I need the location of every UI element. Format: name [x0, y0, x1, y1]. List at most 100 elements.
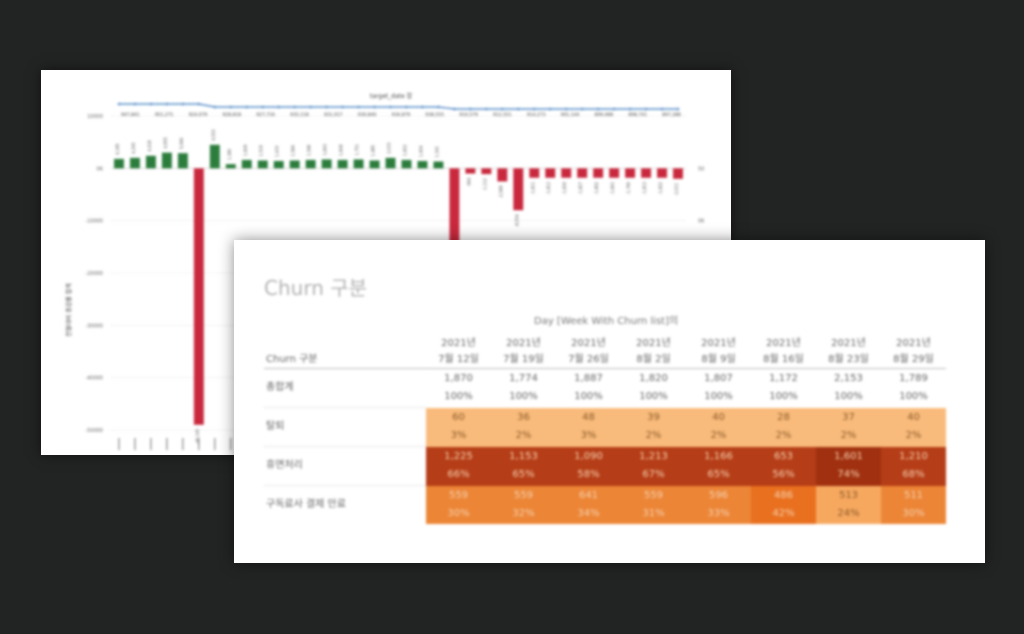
bar: [625, 168, 636, 178]
cell-count: 1,153: [509, 451, 538, 462]
bar-data-label: -1,841: [610, 181, 615, 194]
line-data-label: 924,079: [189, 112, 208, 118]
line-point: [293, 105, 296, 109]
cell-percent: 68%: [902, 469, 925, 480]
table-cell: 596 33%: [686, 485, 751, 524]
line-point: [628, 107, 632, 111]
cell-count: 559: [643, 489, 664, 501]
bar-data-label: 4,185: [115, 143, 120, 155]
line-data-label: 914,273: [527, 112, 546, 118]
table-cell: 40 2%: [881, 407, 946, 447]
cell-count: 1,166: [704, 451, 733, 462]
cell-count: 513: [838, 489, 859, 501]
x-tick-mark: [134, 438, 136, 450]
line-data-label: 897,288: [662, 112, 681, 118]
line-point: [532, 107, 536, 111]
bar-data-label: 1,602: [402, 144, 407, 156]
line-point: [357, 105, 360, 109]
column-header: 2021년 8월 29일: [881, 332, 946, 369]
table-row: 휴면처리 1,225 66% 1,153 65% 1,090 58% 1,213 67% 1,16…: [264, 446, 946, 486]
line-point: [197, 102, 201, 106]
y2-tick-label: 50: [698, 166, 704, 172]
table-cell: 1,153 65%: [491, 446, 556, 486]
column-header-line: 2021년: [831, 338, 866, 349]
cell-percent: 100%: [574, 391, 603, 403]
table-cell: 511 30%: [881, 485, 946, 524]
cell-percent: 100%: [769, 391, 798, 403]
line-point: [469, 107, 472, 111]
row-label: 탈퇴: [264, 407, 426, 447]
table-cell: 653 56%: [751, 446, 816, 486]
bar: [577, 168, 588, 178]
y-tick-label: 0K: [97, 166, 104, 172]
cell-count: 40: [907, 412, 920, 423]
line-point: [309, 105, 312, 109]
cell-percent: 100%: [509, 391, 538, 403]
line-point: [261, 105, 265, 109]
column-header-line: 2021년: [441, 338, 476, 349]
bar-data-label: 1,596: [307, 144, 312, 156]
column-header-line: 7월 12일: [438, 354, 479, 365]
table-cell: 1,774 100%: [491, 368, 556, 408]
cell-count: 1,213: [639, 451, 668, 462]
churn-table-panel: Churn 구분 Day [Week With Churn list]의 Chu…: [234, 240, 985, 563]
bar: [305, 159, 316, 169]
table-cell: 1,789 100%: [881, 368, 946, 408]
line-point: [325, 105, 328, 109]
line-point: [660, 107, 664, 111]
table-cell: 1,166 65%: [686, 446, 751, 486]
bar-data-label: 1,519: [259, 145, 264, 157]
bar-data-label: -1,790: [626, 181, 631, 194]
table-cell: 28 2%: [751, 407, 816, 447]
column-header-line: 2021년: [636, 338, 671, 349]
column-header-line: 8월 29일: [893, 354, 934, 365]
cell-percent: 2%: [840, 430, 857, 441]
bar-data-label: -1,813: [642, 181, 647, 194]
y-tick-label: -20000: [85, 271, 103, 277]
bar-data-label: -2,011: [674, 182, 679, 195]
line-data-label: 938,555: [425, 112, 444, 118]
bar: [257, 160, 268, 169]
cell-percent: 24%: [837, 507, 860, 519]
cell-count: 653: [773, 451, 794, 462]
line-point: [133, 102, 137, 106]
line-data-label: 931,017: [324, 112, 343, 118]
chart-title: target_date 합: [370, 92, 413, 100]
line-data-label: 935,118: [290, 112, 309, 118]
column-header: 2021년 8월 2일: [621, 332, 686, 369]
cell-percent: 100%: [899, 391, 928, 403]
cell-count: 641: [578, 489, 599, 501]
y-tick-label: -10000: [85, 219, 103, 225]
bar-data-label: -1,802: [594, 181, 599, 194]
cell-count: 28: [777, 412, 790, 423]
bar-data-label: 1,380: [227, 148, 232, 160]
bar-data-label: 2,015: [387, 142, 392, 154]
bar: [465, 168, 476, 174]
cell-count: 2,153: [834, 373, 863, 385]
line-point: [229, 105, 233, 109]
y-tick-label: -40000: [85, 376, 103, 382]
column-header: 2021년 7월 26일: [556, 332, 621, 369]
line-point: [117, 102, 121, 106]
bar: [177, 153, 188, 169]
line-point: [501, 107, 504, 111]
table-cell: 48 3%: [556, 407, 621, 447]
bar-data-label: -1,822: [658, 181, 663, 194]
table-cell: 2,153 100%: [816, 368, 881, 408]
cell-count: 596: [708, 489, 729, 501]
column-header-line: 7월 26일: [568, 354, 609, 365]
line-point: [485, 107, 488, 111]
column-header: 2021년 8월 23일: [816, 332, 881, 369]
bar-data-label: -1,112: [482, 178, 487, 191]
bar: [114, 158, 124, 169]
bar: [481, 168, 492, 175]
cell-percent: 2%: [775, 430, 792, 441]
table-cell: 641 34%: [556, 485, 621, 524]
bar: [385, 157, 396, 169]
cell-count: 1,210: [899, 451, 928, 462]
bar: [241, 159, 252, 169]
bar-data-label: 1,433: [275, 145, 280, 157]
line-data-label: 910,579: [459, 112, 478, 118]
bar-data-label: 4,553: [211, 129, 216, 141]
bar: [433, 161, 444, 169]
